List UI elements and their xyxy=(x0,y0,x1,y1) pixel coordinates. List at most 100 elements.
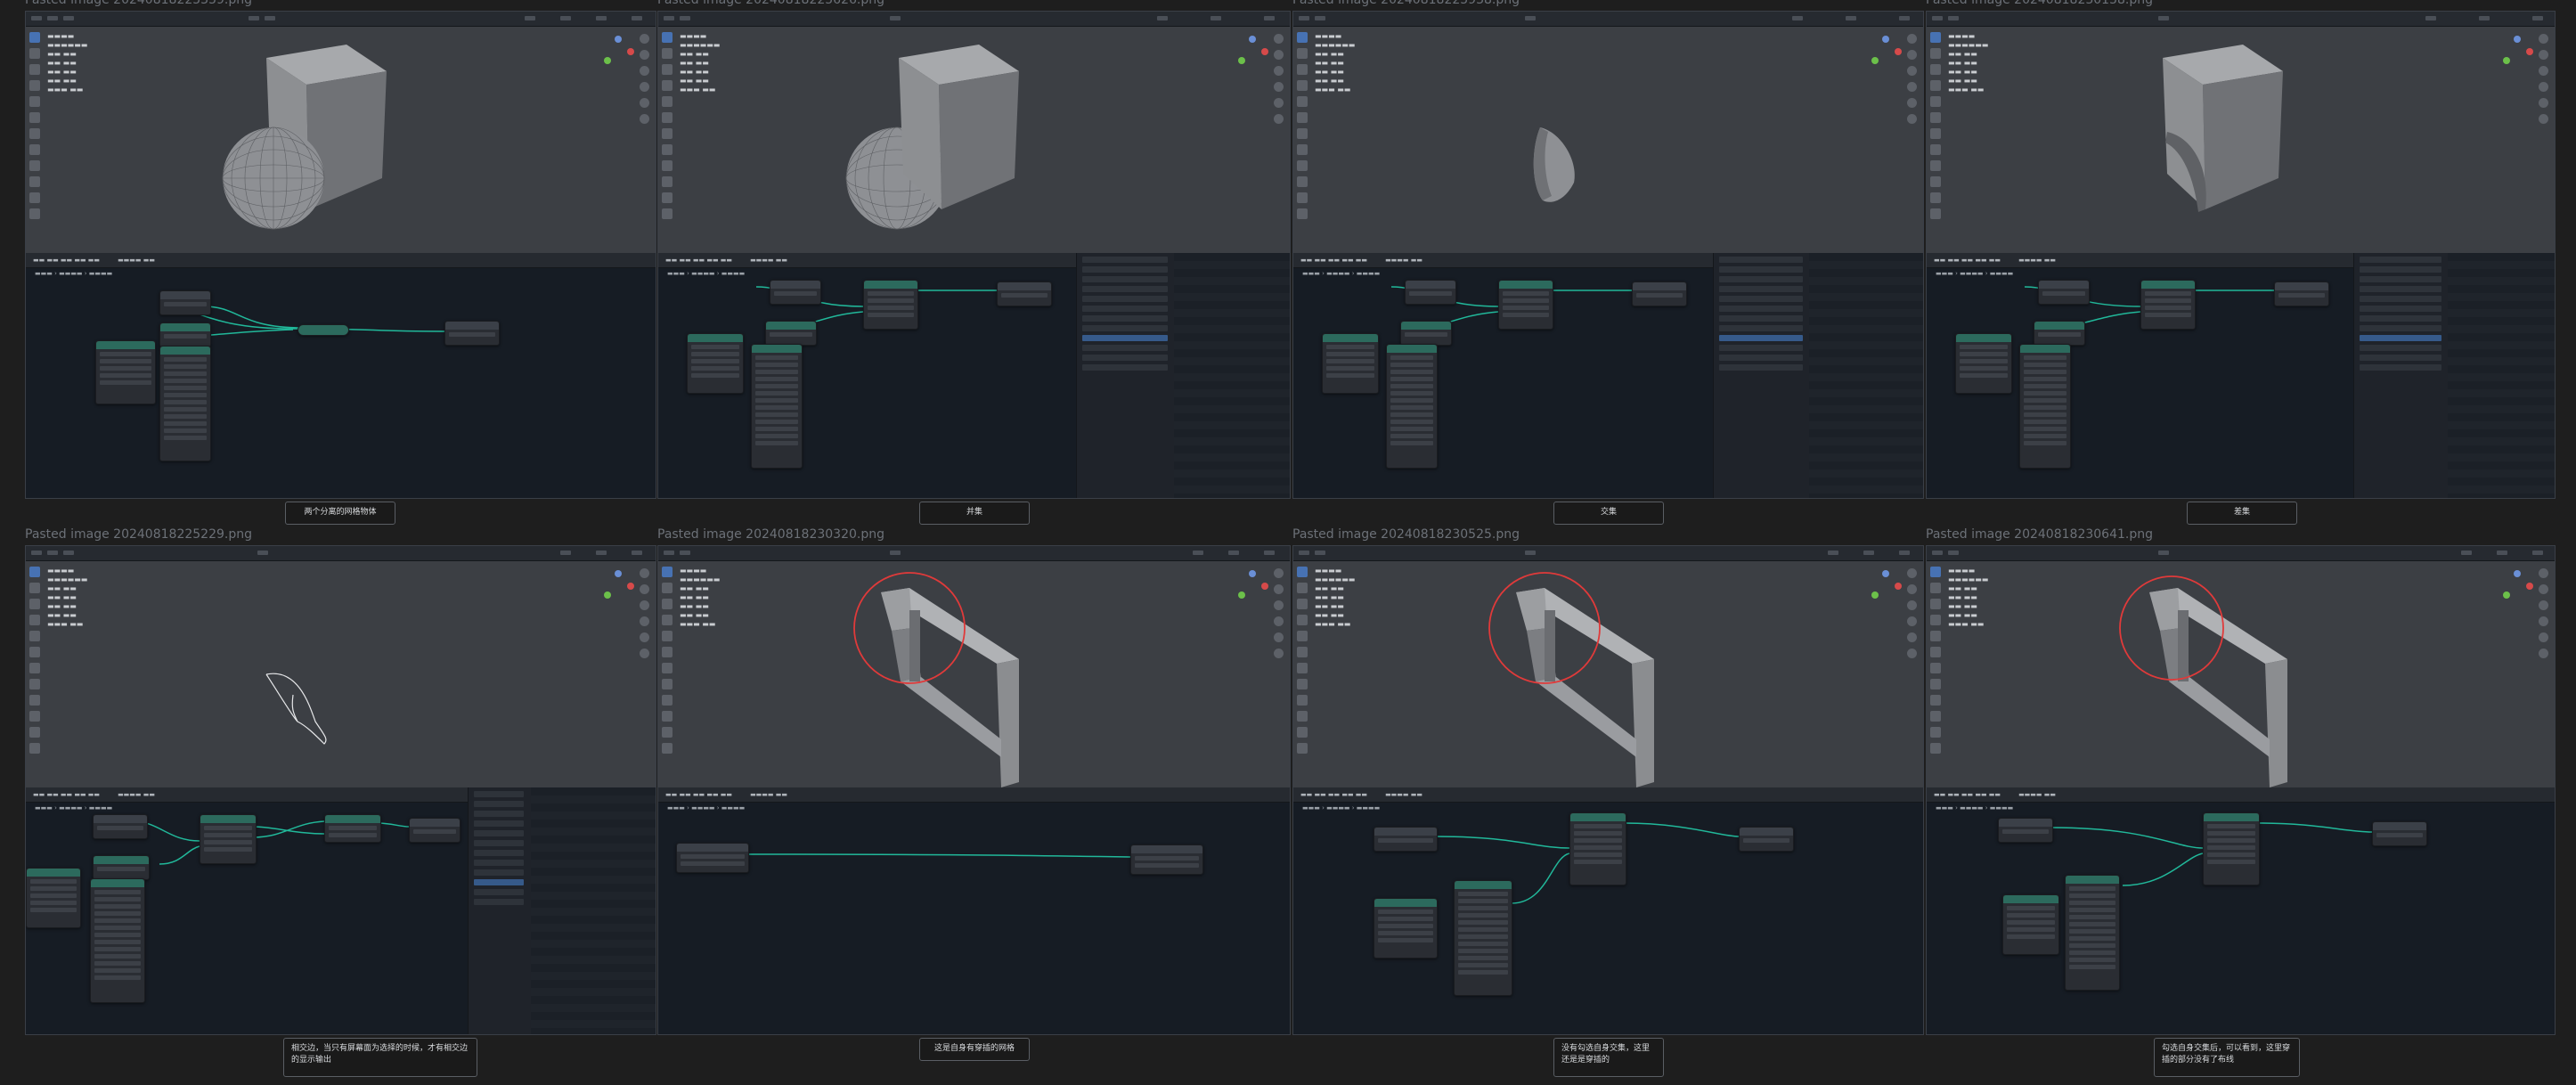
mesh-objects xyxy=(222,45,387,230)
properties-panel[interactable] xyxy=(2353,253,2555,498)
viewport-header xyxy=(26,12,656,27)
group-output-node[interactable] xyxy=(1739,827,1794,852)
viewport-header xyxy=(1293,12,1923,27)
3d-viewport[interactable]: ▬▬▬▬ ▬▬▬▬▬▬ ▬▬ ▬▬ ▬▬ ▬▬ ▬▬ ▬▬ ▬▬ ▬▬ ▬▬▬ ▬▬ xyxy=(1927,561,2555,787)
blender-screenshot-8: ▬▬▬▬ ▬▬▬▬▬▬ ▬▬ ▬▬ ▬▬ ▬▬ ▬▬ ▬▬ ▬▬ ▬▬ ▬▬▬ ▬▬ ▬▬ … xyxy=(1926,545,2556,1035)
node-editor[interactable]: ▬▬ ▬▬ ▬▬ ▬▬ ▬▬ ▬▬▬▬ ▬▬ ▬▬▬ › ▬▬▬▬ › ▬▬▬▬ xyxy=(26,787,656,1034)
screenshot-caption: Pasted image 20240818225229.png xyxy=(25,527,252,542)
object-info-node[interactable] xyxy=(1405,280,1456,305)
object-info-node[interactable] xyxy=(1998,818,2053,843)
join-geometry-node[interactable] xyxy=(298,324,349,336)
spreadsheet-rows xyxy=(2448,253,2555,498)
transform-node[interactable] xyxy=(26,868,81,928)
mesh-objects xyxy=(845,45,1019,230)
separate-geometry-node[interactable] xyxy=(324,814,381,843)
mesh-boolean-node[interactable] xyxy=(2203,812,2260,885)
mesh-objects xyxy=(1533,127,1575,202)
screenshot-caption: Pasted image 20240818230525.png xyxy=(1292,527,1520,542)
note-label: 差集 xyxy=(2187,502,2297,525)
mesh-boolean-node[interactable] xyxy=(863,280,918,330)
screenshot-caption: Pasted image 20240818225359.png xyxy=(25,0,252,7)
object-info-node[interactable] xyxy=(93,855,150,880)
transform-node[interactable] xyxy=(1955,333,2012,394)
frame-mesh xyxy=(853,572,1019,787)
note-label: 并集 xyxy=(919,502,1030,525)
transform-node[interactable] xyxy=(1374,898,1438,959)
object-info-node[interactable] xyxy=(159,322,211,347)
3d-viewport[interactable]: ▬▬▬▬ ▬▬▬▬▬▬ ▬▬ ▬▬ ▬▬ ▬▬ ▬▬ ▬▬ ▬▬ ▬▬ ▬▬▬ ▬▬ xyxy=(26,27,656,253)
blender-screenshot-5: ▬▬▬▬ ▬▬▬▬▬▬ ▬▬ ▬▬ ▬▬ ▬▬ ▬▬ ▬▬ ▬▬ ▬▬ ▬▬▬ ▬▬ ▬▬ … xyxy=(25,545,656,1035)
blender-screenshot-4: ▬▬▬▬ ▬▬▬▬▬▬ ▬▬ ▬▬ ▬▬ ▬▬ ▬▬ ▬▬ ▬▬ ▬▬ ▬▬▬ ▬▬ ▬▬ … xyxy=(1926,11,2556,499)
object-info-node[interactable] xyxy=(159,290,211,315)
properties-panel[interactable] xyxy=(468,787,656,1034)
mesh-boolean-node[interactable] xyxy=(1569,812,1626,885)
mesh-boolean-node[interactable] xyxy=(1498,280,1553,330)
blender-screenshot-1: ▬▬▬▬ ▬▬▬▬▬▬ ▬▬ ▬▬ ▬▬ ▬▬ ▬▬ ▬▬ ▬▬ ▬▬ ▬▬▬ ▬▬ ▬▬ … xyxy=(25,11,656,499)
3d-viewport[interactable]: ▬▬▬▬ ▬▬▬▬▬▬ ▬▬ ▬▬ ▬▬ ▬▬ ▬▬ ▬▬ ▬▬ ▬▬ ▬▬▬ ▬▬ xyxy=(658,561,1290,787)
object-info-node[interactable] xyxy=(770,280,821,305)
node-links xyxy=(746,853,1131,858)
blender-screenshot-6: ▬▬▬▬ ▬▬▬▬▬▬ ▬▬ ▬▬ ▬▬ ▬▬ ▬▬ ▬▬ ▬▬ ▬▬ ▬▬▬ ▬▬ ▬▬ … xyxy=(657,545,1291,1035)
screenshot-caption: Pasted image 20240818230320.png xyxy=(657,527,884,542)
spreadsheet-rows xyxy=(1174,253,1290,498)
cube-node[interactable] xyxy=(159,346,211,461)
mesh-boolean-node[interactable] xyxy=(2140,280,2196,330)
node-editor[interactable]: ▬▬ ▬▬ ▬▬ ▬▬ ▬▬ ▬▬▬▬ ▬▬ ▬▬▬ › ▬▬▬▬ › ▬▬▬▬ xyxy=(1927,253,2555,498)
note-label: 交集 xyxy=(1553,502,1664,525)
cube-node[interactable] xyxy=(90,878,145,1003)
group-output-node[interactable] xyxy=(1130,844,1203,875)
cube-node[interactable] xyxy=(2065,875,2120,991)
node-editor[interactable]: ▬▬ ▬▬ ▬▬ ▬▬ ▬▬ ▬▬▬▬ ▬▬ ▬▬▬ › ▬▬▬▬ › ▬▬▬▬ xyxy=(1293,253,1923,498)
cube-node[interactable] xyxy=(751,344,803,469)
3d-viewport[interactable]: ▬▬▬▬ ▬▬▬▬▬▬ ▬▬ ▬▬ ▬▬ ▬▬ ▬▬ ▬▬ ▬▬ ▬▬ ▬▬▬ ▬▬ xyxy=(1293,561,1923,787)
properties-panel[interactable] xyxy=(1076,253,1290,498)
mesh-objects xyxy=(2163,45,2283,212)
viewport-header xyxy=(1927,546,2555,561)
group-output-node[interactable] xyxy=(997,281,1052,306)
properties-panel[interactable] xyxy=(1713,253,1923,498)
mesh-boolean-node[interactable] xyxy=(200,814,257,864)
object-info-node[interactable] xyxy=(1374,827,1438,852)
node-editor[interactable]: ▬▬ ▬▬ ▬▬ ▬▬ ▬▬ ▬▬▬▬ ▬▬ ▬▬▬ › ▬▬▬▬ › ▬▬▬▬ xyxy=(658,253,1290,498)
spreadsheet-rows xyxy=(531,787,656,1034)
transform-node[interactable] xyxy=(687,333,744,394)
screenshot-caption: Pasted image 20240818225938.png xyxy=(1292,0,1520,7)
blender-screenshot-7: ▬▬▬▬ ▬▬▬▬▬▬ ▬▬ ▬▬ ▬▬ ▬▬ ▬▬ ▬▬ ▬▬ ▬▬ ▬▬▬ ▬▬ ▬▬ … xyxy=(1292,545,1924,1035)
object-info-node[interactable] xyxy=(765,321,817,346)
group-output-node[interactable] xyxy=(444,321,500,346)
cube-node[interactable] xyxy=(1386,344,1438,469)
node-editor[interactable]: ▬▬ ▬▬ ▬▬ ▬▬ ▬▬ ▬▬▬▬ ▬▬ ▬▬▬ › ▬▬▬▬ › ▬▬▬▬ xyxy=(26,253,656,498)
transform-node[interactable] xyxy=(2002,894,2059,955)
object-info-node[interactable] xyxy=(2038,280,2090,305)
viewport-header xyxy=(1293,546,1923,561)
group-output-node[interactable] xyxy=(1632,281,1687,306)
transform-node[interactable] xyxy=(95,340,156,404)
viewport-header xyxy=(1927,12,2555,27)
node-editor[interactable]: ▬▬ ▬▬ ▬▬ ▬▬ ▬▬ ▬▬▬▬ ▬▬ ▬▬▬ › ▬▬▬▬ › ▬▬▬▬ xyxy=(1927,787,2555,1034)
note-label: 相交边，当只有屏幕面为选择的时候，才有相交边的显示输出 xyxy=(283,1038,477,1077)
object-info-node[interactable] xyxy=(1400,321,1452,346)
viewport-header xyxy=(658,12,1290,27)
group-input-node[interactable] xyxy=(676,843,749,873)
node-editor[interactable]: ▬▬ ▬▬ ▬▬ ▬▬ ▬▬ ▬▬▬▬ ▬▬ ▬▬▬ › ▬▬▬▬ › ▬▬▬▬ xyxy=(1293,787,1923,1034)
viewport-header xyxy=(658,546,1290,561)
3d-viewport[interactable]: ▬▬▬▬ ▬▬▬▬▬▬ ▬▬ ▬▬ ▬▬ ▬▬ ▬▬ ▬▬ ▬▬ ▬▬ ▬▬▬ ▬▬ xyxy=(1293,27,1923,253)
viewport-header xyxy=(26,546,656,561)
3d-viewport[interactable]: ▬▬▬▬ ▬▬▬▬▬▬ ▬▬ ▬▬ ▬▬ ▬▬ ▬▬ ▬▬ ▬▬ ▬▬ ▬▬▬ ▬▬ xyxy=(658,27,1290,253)
screenshot-caption: Pasted image 20240818230158.png xyxy=(1926,0,2153,7)
spreadsheet-rows xyxy=(1809,253,1923,498)
group-output-node[interactable] xyxy=(409,818,461,843)
3d-viewport[interactable]: ▬▬▬▬ ▬▬▬▬▬▬ ▬▬ ▬▬ ▬▬ ▬▬ ▬▬ ▬▬ ▬▬ ▬▬ ▬▬▬ ▬▬ xyxy=(1927,27,2555,253)
3d-viewport[interactable]: ▬▬▬▬ ▬▬▬▬▬▬ ▬▬ ▬▬ ▬▬ ▬▬ ▬▬ ▬▬ ▬▬ ▬▬ ▬▬▬ ▬▬ xyxy=(26,561,656,787)
object-info-node[interactable] xyxy=(2034,321,2085,346)
note-label: 两个分离的网格物体 xyxy=(285,502,395,525)
cube-node[interactable] xyxy=(2019,344,2071,469)
cube-node[interactable] xyxy=(1454,880,1512,996)
group-output-node[interactable] xyxy=(2274,281,2329,306)
transform-node[interactable] xyxy=(1322,333,1379,394)
blender-screenshot-2: ▬▬▬▬ ▬▬▬▬▬▬ ▬▬ ▬▬ ▬▬ ▬▬ ▬▬ ▬▬ ▬▬ ▬▬ ▬▬▬ ▬▬ ▬▬ … xyxy=(657,11,1291,499)
group-output-node[interactable] xyxy=(2372,821,2427,846)
note-label: 勾选自身交集后，可以看到，这里穿插的部分没有了布线 xyxy=(2154,1038,2300,1077)
object-info-node[interactable] xyxy=(93,814,148,839)
node-editor[interactable]: ▬▬ ▬▬ ▬▬ ▬▬ ▬▬ ▬▬▬▬ ▬▬ ▬▬▬ › ▬▬▬▬ › ▬▬▬▬ xyxy=(658,787,1290,1034)
